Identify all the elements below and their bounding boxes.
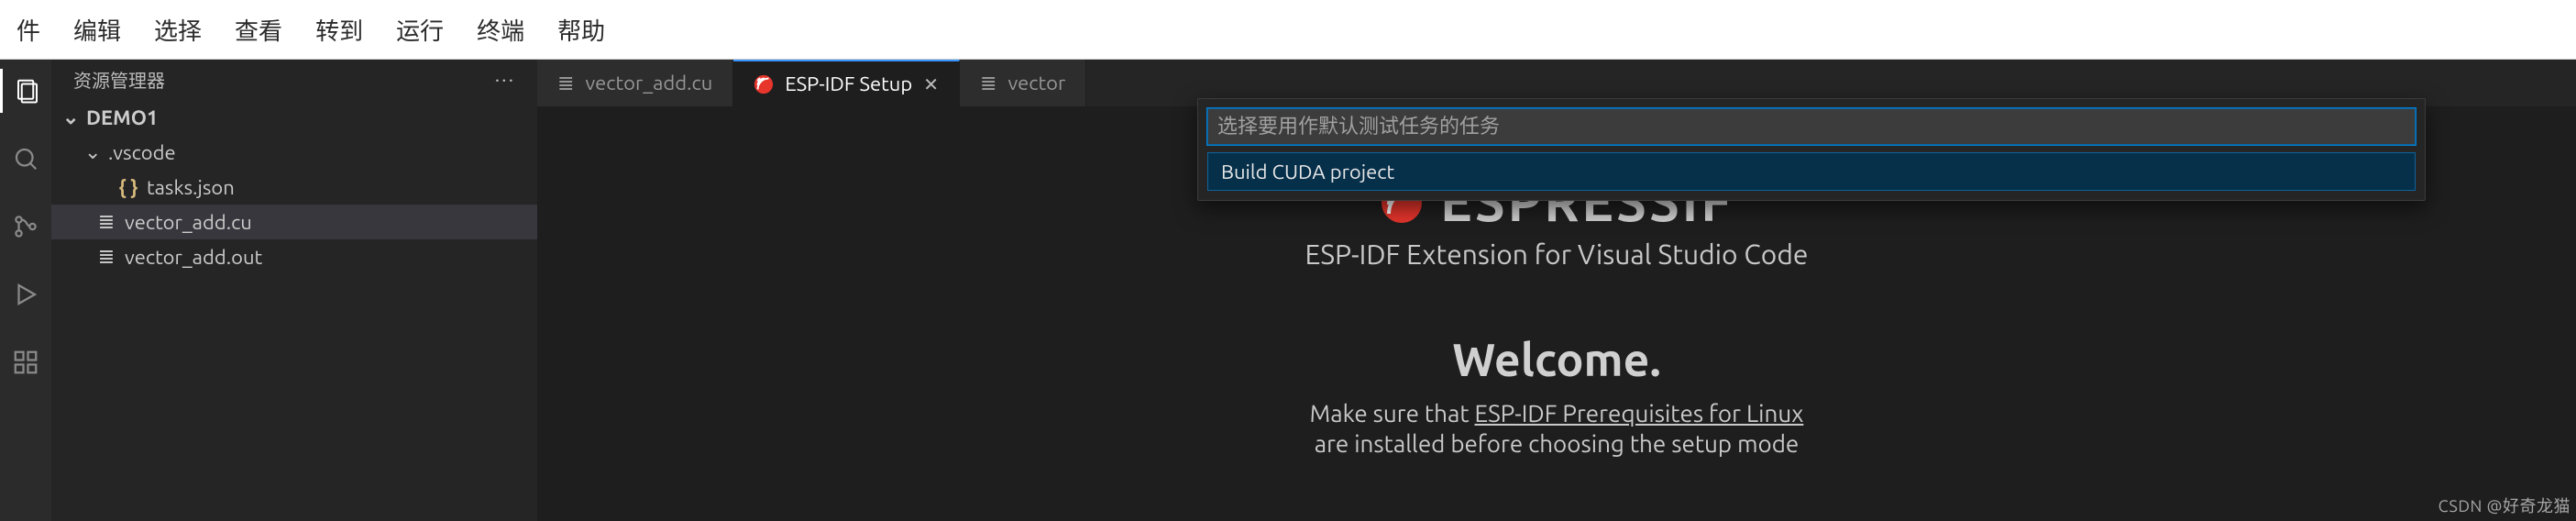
source-control-icon[interactable] <box>0 205 51 249</box>
menu-item-go[interactable]: 转到 <box>299 13 380 47</box>
close-icon[interactable]: ✕ <box>923 73 939 95</box>
more-actions-icon[interactable]: ··· <box>495 68 515 91</box>
tab-label: vector <box>1007 72 1065 94</box>
menu-item-edit[interactable]: 编辑 <box>57 13 138 47</box>
tree-file-tasks-json[interactable]: { } tasks.json <box>51 170 537 205</box>
esp-prereq-line: Make sure that ESP-IDF Prerequisites for… <box>1310 400 1804 427</box>
menu-item-select[interactable]: 选择 <box>138 13 218 47</box>
json-file-icon: { } <box>117 176 139 199</box>
activity-bar <box>0 60 51 521</box>
workbench: 资源管理器 ··· ⌄ DEMO1 ⌄ .vscode { } tasks.js… <box>0 60 2576 521</box>
esp-prereq-pre: Make sure that <box>1310 400 1475 427</box>
esp-subtitle: ESP-IDF Extension for Visual Studio Code <box>1305 238 1809 270</box>
explorer-icon[interactable] <box>0 69 51 113</box>
tree-file-label: tasks.json <box>147 176 235 199</box>
tree-folder-vscode[interactable]: ⌄ .vscode <box>51 135 537 170</box>
tab-esp-idf-setup[interactable]: ESP-IDF Setup ✕ <box>733 60 960 106</box>
text-file-icon: ≣ <box>95 245 117 269</box>
quick-pick-list: Build CUDA project <box>1207 152 2416 191</box>
chevron-down-icon: ⌄ <box>62 105 79 129</box>
task-quick-pick: Build CUDA project <box>1197 98 2426 201</box>
tab-label: ESP-IDF Setup <box>785 72 912 95</box>
quick-pick-item-build-cuda[interactable]: Build CUDA project <box>1207 152 2416 191</box>
search-icon[interactable] <box>0 137 51 181</box>
text-file-icon: ≣ <box>95 210 117 234</box>
tab-label: vector_add.cu <box>585 72 712 94</box>
espressif-icon <box>754 74 774 94</box>
menu-item-terminal[interactable]: 终端 <box>460 13 541 47</box>
menu-item-view[interactable]: 查看 <box>218 13 299 47</box>
tree-file-vector-add-cu[interactable]: ≣ vector_add.cu <box>51 205 537 239</box>
quick-pick-input[interactable] <box>1207 108 2416 145</box>
extensions-icon[interactable] <box>0 340 51 384</box>
run-debug-icon[interactable] <box>0 272 51 316</box>
menu-item-help[interactable]: 帮助 <box>541 13 622 47</box>
tree-folder-label: .vscode <box>108 141 176 164</box>
explorer-sidebar: 资源管理器 ··· ⌄ DEMO1 ⌄ .vscode { } tasks.js… <box>51 60 537 521</box>
tree-file-label: vector_add.cu <box>125 211 252 234</box>
tab-vector-add-cu[interactable]: ≣ vector_add.cu <box>537 60 733 106</box>
sidebar-header: 资源管理器 ··· <box>51 60 537 98</box>
text-file-icon: ≣ <box>980 72 996 95</box>
tab-vector[interactable]: ≣ vector <box>960 60 1086 106</box>
menu-item-file[interactable]: 件 <box>0 13 57 47</box>
esp-prereq-link[interactable]: ESP-IDF Prerequisites for Linux <box>1475 400 1804 427</box>
menu-bar: 件 编辑 选择 查看 转到 运行 终端 帮助 <box>0 0 2576 60</box>
chevron-down-icon: ⌄ <box>84 140 101 164</box>
file-tree: ⌄ DEMO1 ⌄ .vscode { } tasks.json ≣ vecto… <box>51 98 537 274</box>
menu-item-run[interactable]: 运行 <box>380 13 460 47</box>
tree-file-vector-add-out[interactable]: ≣ vector_add.out <box>51 239 537 274</box>
tree-root-folder[interactable]: ⌄ DEMO1 <box>51 100 537 135</box>
text-file-icon: ≣ <box>557 72 574 95</box>
tree-root-label: DEMO1 <box>86 106 158 129</box>
sidebar-title: 资源管理器 <box>73 66 165 93</box>
esp-welcome-heading: Welcome. <box>1452 334 1661 385</box>
tree-file-label: vector_add.out <box>125 246 262 269</box>
watermark-text: CSDN @好奇龙猫 <box>2438 493 2570 517</box>
editor-area: ≣ vector_add.cu ESP-IDF Setup ✕ ≣ vector… <box>537 60 2576 521</box>
esp-prereq-line-2: are installed before choosing the setup … <box>1315 430 1800 457</box>
